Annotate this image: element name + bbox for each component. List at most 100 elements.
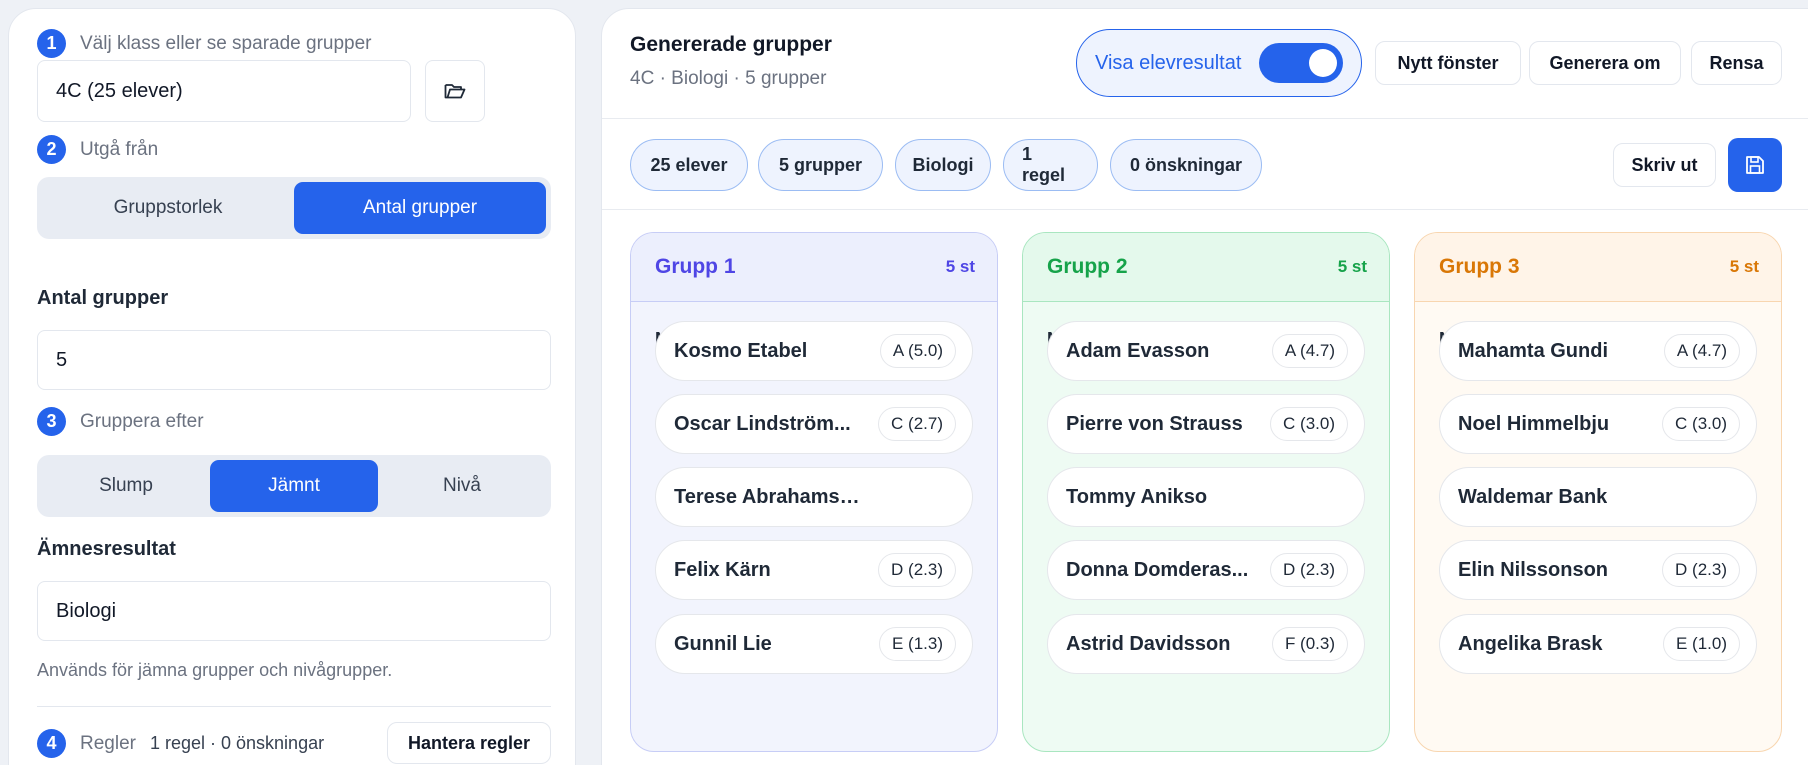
header-divider <box>602 118 1808 119</box>
student-name: Gunnil Lie <box>674 632 772 655</box>
chip-students: 25 elever <box>630 139 748 191</box>
manage-rules-button[interactable]: Hantera regler <box>387 722 551 764</box>
grade-badge: A (5.0) <box>879 334 956 368</box>
group-card: Grupp 25 stNivå: C (2.6)Adam EvassonA (4… <box>1022 232 1390 752</box>
toolbar-divider <box>602 209 1808 210</box>
class-select[interactable]: 4C (25 elever) <box>37 60 411 122</box>
save-button[interactable] <box>1728 138 1782 192</box>
student-name: Adam Evasson <box>1066 339 1210 362</box>
results-panel: Genererade grupper 4C · Biologi · 5 grup… <box>601 8 1808 765</box>
student-name: Astrid Davidsson <box>1066 632 1231 655</box>
student-item[interactable]: Donna Domderas... D (2.3) <box>1047 540 1365 600</box>
group-count: 5 st <box>945 257 975 276</box>
student-name: Elin Nilssonson <box>1458 558 1609 581</box>
student-name: Tommy Anikso <box>1066 485 1208 508</box>
step-number: 2 <box>37 135 66 164</box>
group-card-header: Grupp 3 5 st <box>1415 233 1781 302</box>
student-item[interactable]: Angelika Brask E (1.0) <box>1439 614 1757 674</box>
student-item[interactable]: Tommy Anikso <box>1047 467 1365 527</box>
step-label: Välj klass eller se sparade grupper <box>80 32 372 54</box>
toggle-knob <box>1309 49 1337 77</box>
rules-summary: 1 regel · 0 önskningar <box>149 733 325 753</box>
show-results-toggle[interactable]: Visa elevresultat <box>1076 29 1362 97</box>
mode-toggle: Gruppstorlek Antal grupper <box>37 177 551 239</box>
step-1: 1 Välj klass eller se sparade grupper <box>37 29 372 58</box>
folder-open-icon <box>444 84 466 99</box>
subject-select[interactable]: Biologi <box>37 581 551 641</box>
group-count-input[interactable]: 5 <box>37 330 551 390</box>
mode-group-size[interactable]: Gruppstorlek <box>42 182 294 234</box>
student-item[interactable]: Adam Evasson A (4.7) <box>1047 321 1365 381</box>
student-name: Felix Kärn <box>674 558 771 581</box>
student-item[interactable]: Felix Kärn D (2.3) <box>655 540 973 600</box>
grouping-random[interactable]: Slump <box>42 460 210 512</box>
divider <box>37 706 551 707</box>
student-name: Kosmo Etabel <box>674 339 808 362</box>
grade-badge: E (1.3) <box>878 627 956 661</box>
student-name: Noel Himmelbju <box>1458 412 1610 435</box>
step-number: 4 <box>37 729 66 758</box>
student-item[interactable]: Mahamta Gundi A (4.7) <box>1439 321 1757 381</box>
grade-badge: F (0.3) <box>1271 627 1348 661</box>
student-item[interactable]: Oscar Lindström... C (2.7) <box>655 394 973 454</box>
save-icon <box>1746 156 1764 174</box>
subject-title: Ämnesresultat <box>37 538 176 560</box>
student-name: Angelika Brask <box>1458 632 1603 655</box>
clear-button[interactable]: Rensa <box>1691 41 1782 85</box>
saved-groups-button[interactable] <box>425 60 485 122</box>
grade-badge: C (3.0) <box>1270 407 1348 441</box>
grouping-toggle: Slump Jämnt Nivå <box>37 455 551 517</box>
student-name: Mahamta Gundi <box>1458 339 1609 362</box>
group-count: 5 st <box>1337 257 1367 276</box>
grade-badge: C (3.0) <box>1662 407 1740 441</box>
group-card-header: Grupp 1 5 st <box>631 233 997 302</box>
regenerate-button[interactable]: Generera om <box>1529 41 1681 85</box>
step-label: Regler <box>80 732 136 754</box>
group-title: Grupp 3 <box>1439 255 1520 278</box>
print-button[interactable]: Skriv ut <box>1613 143 1716 187</box>
grade-badge: E (1.0) <box>1662 627 1740 661</box>
grade-badge: D (2.3) <box>1662 553 1740 587</box>
results-title: Genererade grupper <box>630 33 832 56</box>
step-number: 1 <box>37 29 66 58</box>
student-name: Pierre von Strauss <box>1066 412 1243 435</box>
student-item[interactable]: Gunnil Lie E (1.3) <box>655 614 973 674</box>
student-name: Waldemar Bank <box>1458 485 1608 508</box>
step-4: 4 Regler 1 regel · 0 önskningar <box>37 729 324 758</box>
student-item[interactable]: Elin Nilssonson D (2.3) <box>1439 540 1757 600</box>
mode-group-count[interactable]: Antal grupper <box>294 182 546 234</box>
student-name: Oscar Lindström... <box>674 412 851 435</box>
student-item[interactable]: Terese Abrahamsson <box>655 467 973 527</box>
student-item[interactable]: Waldemar Bank <box>1439 467 1757 527</box>
chip-groups: 5 grupper <box>758 139 883 191</box>
toggle-label: Visa elevresultat <box>1095 51 1242 74</box>
new-window-button[interactable]: Nytt fönster <box>1375 41 1521 85</box>
step-label: Gruppera efter <box>80 410 204 432</box>
grade-badge: D (2.3) <box>878 553 956 587</box>
grade-badge: A (4.7) <box>1271 334 1348 368</box>
group-title: Grupp 2 <box>1047 255 1128 278</box>
subject-hint: Används för jämna grupper och nivågruppe… <box>37 660 393 680</box>
grade-badge: A (4.7) <box>1663 334 1740 368</box>
student-item[interactable]: Kosmo Etabel A (5.0) <box>655 321 973 381</box>
group-card-header: Grupp 2 5 st <box>1023 233 1389 302</box>
group-count: 5 st <box>1729 257 1759 276</box>
student-name: Terese Abrahamsson <box>674 485 864 508</box>
chip-rules: 1 regel <box>1003 139 1098 191</box>
group-card: Grupp 35 stNivå: C (2.8)Mahamta GundiA (… <box>1414 232 1782 752</box>
step-3: 3 Gruppera efter <box>37 407 204 436</box>
chip-subject: Biologi <box>895 139 991 191</box>
step-2: 2 Utgå från <box>37 135 158 164</box>
grouping-even[interactable]: Jämnt <box>210 460 378 512</box>
student-item[interactable]: Pierre von Strauss C (3.0) <box>1047 394 1365 454</box>
chip-wishes: 0 önskningar <box>1110 139 1262 191</box>
student-item[interactable]: Astrid Davidsson F (0.3) <box>1047 614 1365 674</box>
step-label: Utgå från <box>80 138 159 160</box>
group-card: Grupp 15 stNivå: C (2.8)Kosmo EtabelA (5… <box>630 232 998 752</box>
toggle-switch[interactable] <box>1259 43 1343 83</box>
grade-badge: D (2.3) <box>1270 553 1348 587</box>
student-name: Donna Domderas... <box>1066 558 1249 581</box>
student-item[interactable]: Noel Himmelbju C (3.0) <box>1439 394 1757 454</box>
grouping-level[interactable]: Nivå <box>378 460 546 512</box>
results-subtitle: 4C · Biologi · 5 grupper <box>630 68 827 89</box>
